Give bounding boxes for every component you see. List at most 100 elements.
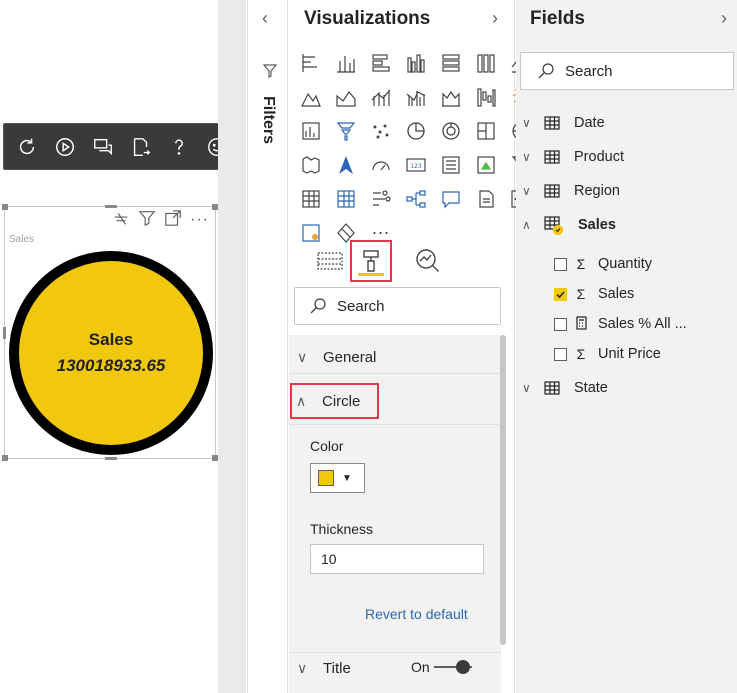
chevron-right-icon[interactable]: › (492, 8, 498, 29)
tab-analytics[interactable] (407, 240, 449, 282)
caret-down-icon: ▼ (342, 472, 352, 484)
key-influencers-icon[interactable] (369, 187, 392, 210)
refresh-icon[interactable] (14, 134, 40, 160)
treemap-icon[interactable] (404, 119, 427, 142)
stacked-area-chart-icon[interactable] (334, 85, 357, 108)
pin-icon[interactable] (112, 209, 130, 230)
more-options-icon[interactable]: ··· (190, 211, 209, 229)
qna-icon[interactable] (439, 187, 462, 210)
field-quantity[interactable]: Σ Quantity (554, 252, 652, 276)
checkbox[interactable] (554, 317, 567, 331)
revert-to-default-link[interactable]: Revert to default (365, 606, 468, 622)
sigma-icon: Σ (576, 346, 586, 362)
sigma-icon: Σ (576, 256, 586, 272)
section-circle[interactable]: ∧ Circle (290, 383, 379, 419)
table-product[interactable]: ∨ Product (522, 145, 624, 169)
field-sales-pct-all[interactable]: Sales % All ... (554, 312, 687, 336)
fields-title: Fields (530, 8, 585, 29)
section-circle-label: Circle (322, 392, 361, 410)
circle-visual[interactable]: ··· Sales Sales 130018933.65 (2, 204, 218, 461)
filter-icon[interactable] (138, 209, 156, 230)
line-and-stacked-column-icon[interactable] (369, 85, 392, 108)
table-name: Region (574, 183, 620, 199)
scatter-chart-icon[interactable] (299, 119, 322, 142)
chevron-down-icon: ∨ (522, 381, 531, 395)
field-unit-price[interactable]: Σ Unit Price (554, 342, 661, 366)
100-stacked-bar-chart-icon[interactable] (439, 51, 462, 74)
ribbon-chart-icon[interactable] (439, 85, 462, 108)
card-icon[interactable]: 123 (404, 153, 427, 176)
table-region[interactable]: ∨ Region (522, 179, 620, 203)
title-toggle-knob[interactable] (456, 660, 470, 674)
visual-title: Sales (9, 234, 35, 245)
clustered-column-chart-icon[interactable] (404, 51, 427, 74)
checkbox[interactable] (554, 257, 567, 271)
gauge-icon[interactable] (369, 153, 392, 176)
field-sales[interactable]: Σ Sales (554, 282, 634, 306)
search-icon (538, 63, 554, 79)
table-name: State (574, 380, 608, 396)
focus-mode-icon[interactable] (164, 209, 182, 230)
stacked-bar-chart-icon[interactable] (299, 51, 322, 74)
table-icon (544, 184, 560, 198)
decomposition-tree-icon[interactable] (404, 187, 427, 210)
play-icon[interactable] (52, 134, 78, 160)
clustered-bar-chart-icon[interactable] (369, 51, 392, 74)
thickness-input[interactable]: 10 (310, 544, 484, 574)
kpi-icon[interactable] (474, 153, 497, 176)
export-icon[interactable] (128, 134, 154, 160)
resize-handle[interactable] (105, 205, 117, 208)
waterfall-chart-icon[interactable] (474, 85, 497, 108)
resize-handle[interactable] (2, 455, 8, 461)
table-icon (544, 381, 560, 395)
checkbox-checked[interactable] (554, 287, 567, 301)
table-name: Date (574, 115, 605, 131)
visual-type-gallery: 123 ··· (299, 51, 532, 244)
100-stacked-column-chart-icon[interactable] (474, 51, 497, 74)
chevron-left-icon[interactable]: ‹ (262, 8, 268, 29)
multi-row-card-icon[interactable] (439, 153, 462, 176)
donut-chart-icon[interactable] (369, 119, 392, 142)
map-icon[interactable] (439, 119, 462, 142)
tab-format[interactable] (350, 240, 392, 282)
azure-map-icon[interactable] (334, 153, 357, 176)
filled-map-icon[interactable] (474, 119, 497, 142)
table-icon[interactable] (299, 187, 322, 210)
table-date[interactable]: ∨ Date (522, 111, 605, 135)
shape-map-icon[interactable] (299, 153, 322, 176)
stacked-column-chart-icon[interactable] (334, 51, 357, 74)
resize-handle[interactable] (105, 457, 117, 460)
circle-label: Sales (88, 330, 134, 349)
matrix-icon[interactable] (334, 187, 357, 210)
pie-chart-icon[interactable] (334, 119, 357, 142)
circle-value: 130018933.65 (56, 356, 166, 375)
checkmark-icon (556, 290, 565, 298)
filters-pane-collapsed[interactable]: ‹ Filters (247, 0, 288, 693)
divider (289, 424, 501, 425)
checkbox[interactable] (554, 347, 567, 361)
fields-pane: Fields › Search ∨ Date ∨ Product ∨ Regio… (516, 0, 737, 693)
chevron-down-icon: ∨ (522, 184, 531, 198)
resize-handle[interactable] (3, 327, 6, 339)
table-name: Sales (578, 217, 616, 233)
table-name: Product (574, 149, 624, 165)
visualizations-title: Visualizations (304, 8, 431, 29)
smart-narrative-icon[interactable] (474, 187, 497, 210)
resize-handle[interactable] (2, 204, 8, 210)
chat-icon[interactable] (90, 134, 116, 160)
scrollbar[interactable] (500, 335, 506, 645)
chevron-right-icon[interactable]: › (721, 8, 727, 29)
help-icon[interactable] (166, 134, 192, 160)
table-state[interactable]: ∨ State (522, 376, 608, 400)
title-toggle-label: On (411, 659, 430, 675)
color-swatch (318, 470, 334, 486)
area-chart-icon[interactable] (299, 85, 322, 108)
tab-fields[interactable] (309, 240, 351, 282)
color-picker[interactable]: ▼ (310, 463, 365, 493)
line-and-clustered-column-icon[interactable] (404, 85, 427, 108)
fields-search-input[interactable]: Search (520, 52, 734, 90)
table-sales[interactable]: ∧ Sales (522, 213, 616, 237)
section-general[interactable]: ∨ General (289, 342, 501, 374)
format-search-input[interactable]: Search (294, 287, 501, 325)
table-in-use-icon (544, 216, 564, 236)
